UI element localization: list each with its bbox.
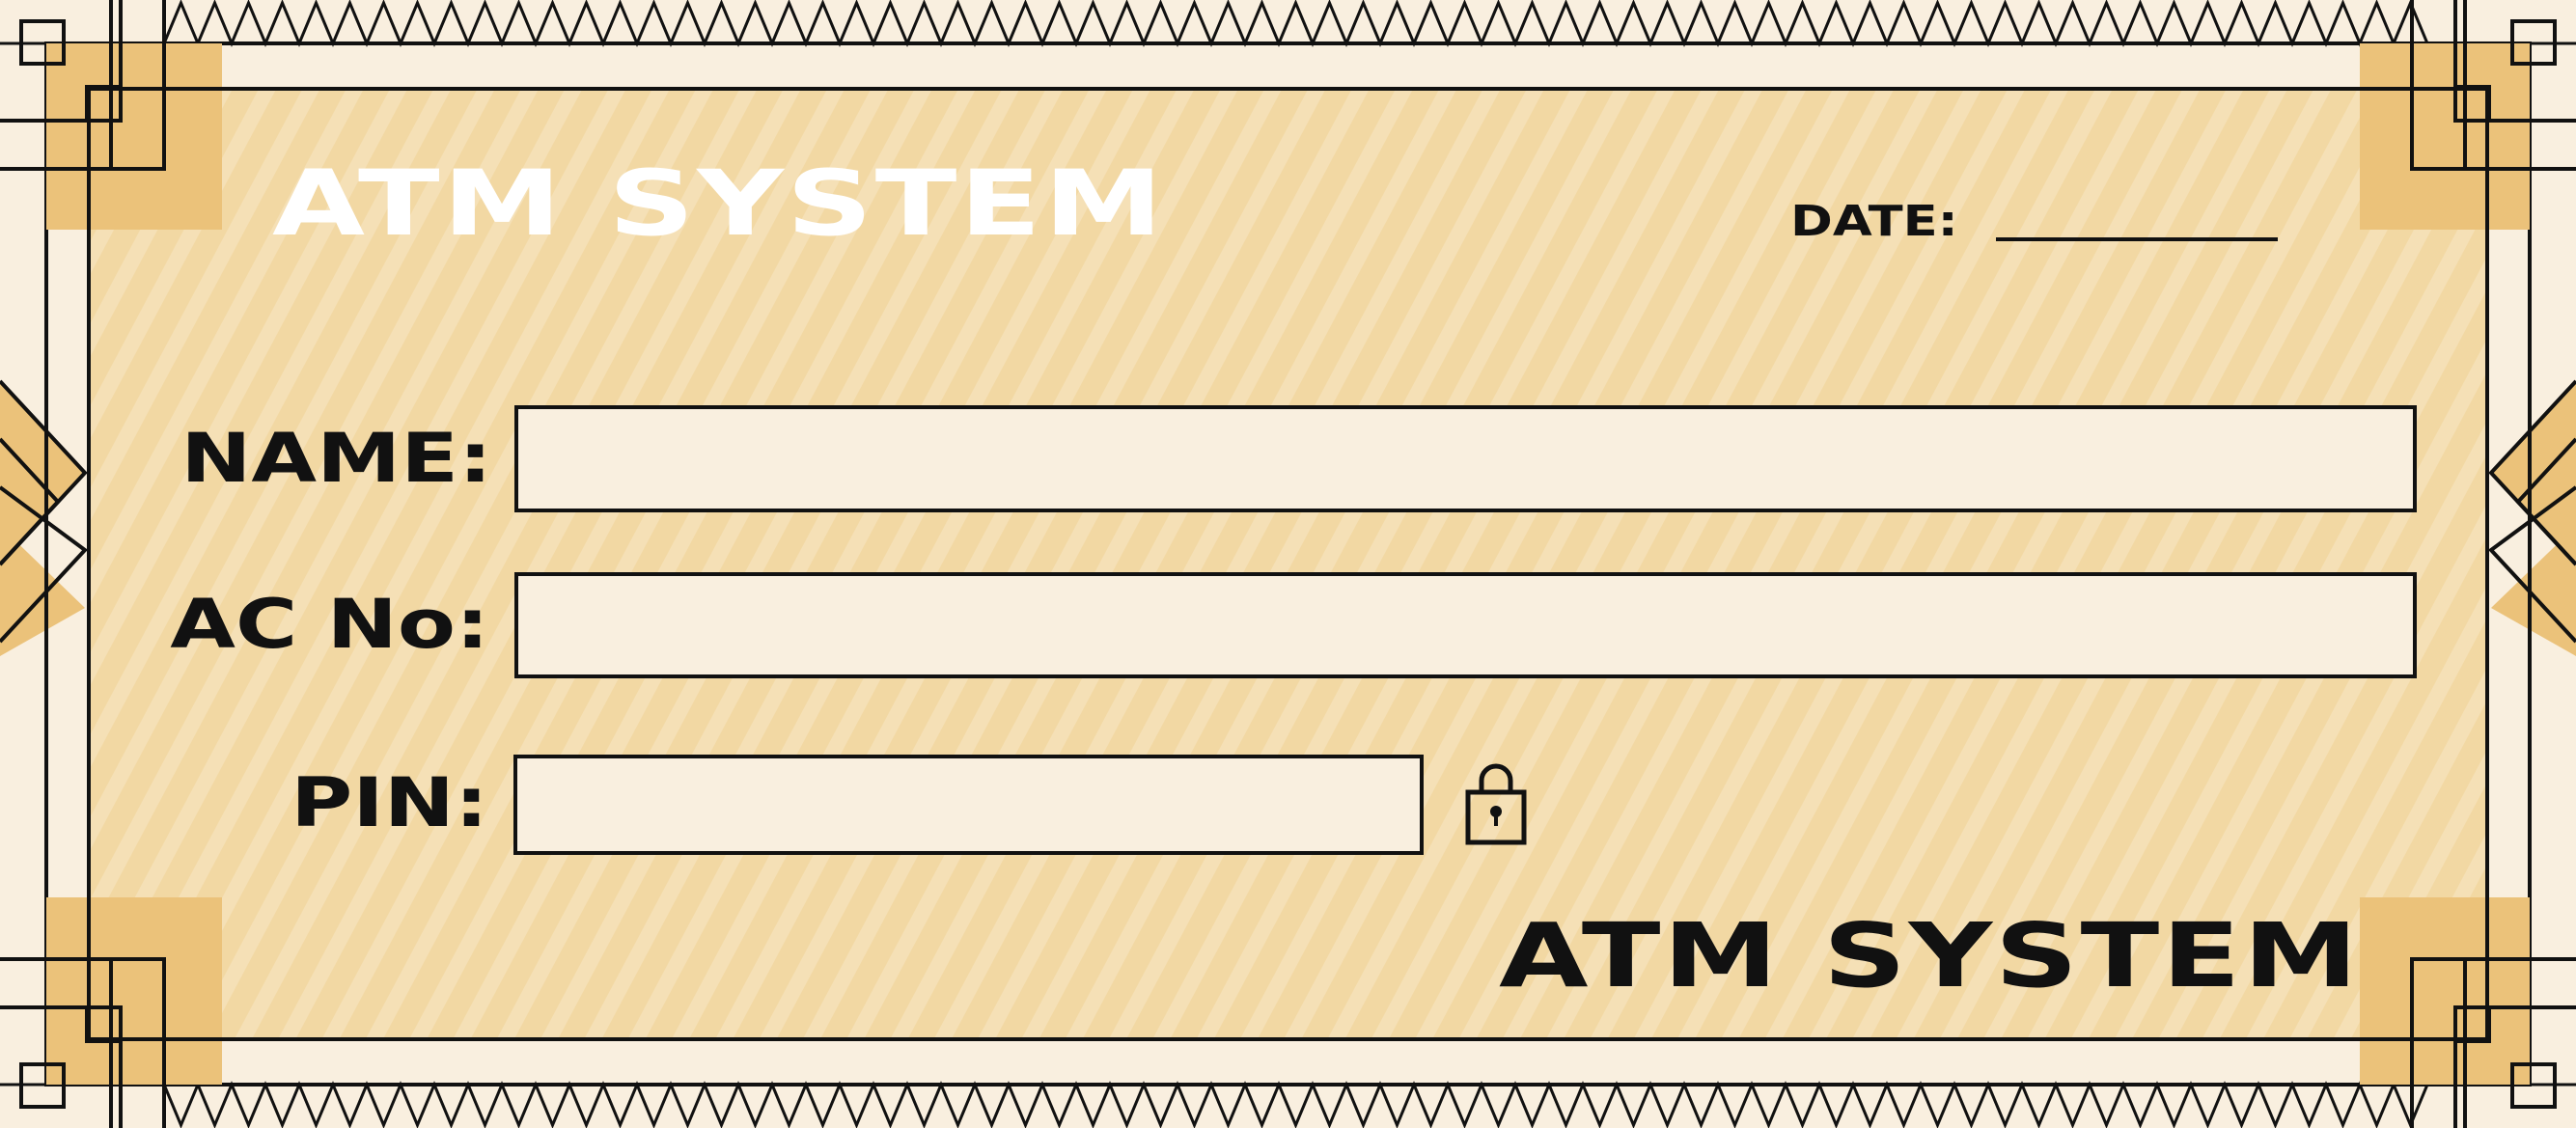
name-input[interactable] [514,405,2417,512]
account-number-label: AC No: [170,585,489,664]
lock-icon [1465,763,1527,845]
pin-label: PIN: [291,763,488,842]
date-label: DATE: [1790,197,1958,246]
atm-form-card: ATM SYSTEM DATE: NAME: AC No: PIN: ATM S… [0,0,2576,1128]
date-input-line[interactable] [1996,237,2278,241]
app-title: ATM SYSTEM [272,151,1166,257]
name-label: NAME: [180,419,492,498]
footer-title: ATM SYSTEM [1499,904,2361,1007]
pin-input[interactable] [513,755,1424,855]
account-number-input[interactable] [514,572,2417,678]
